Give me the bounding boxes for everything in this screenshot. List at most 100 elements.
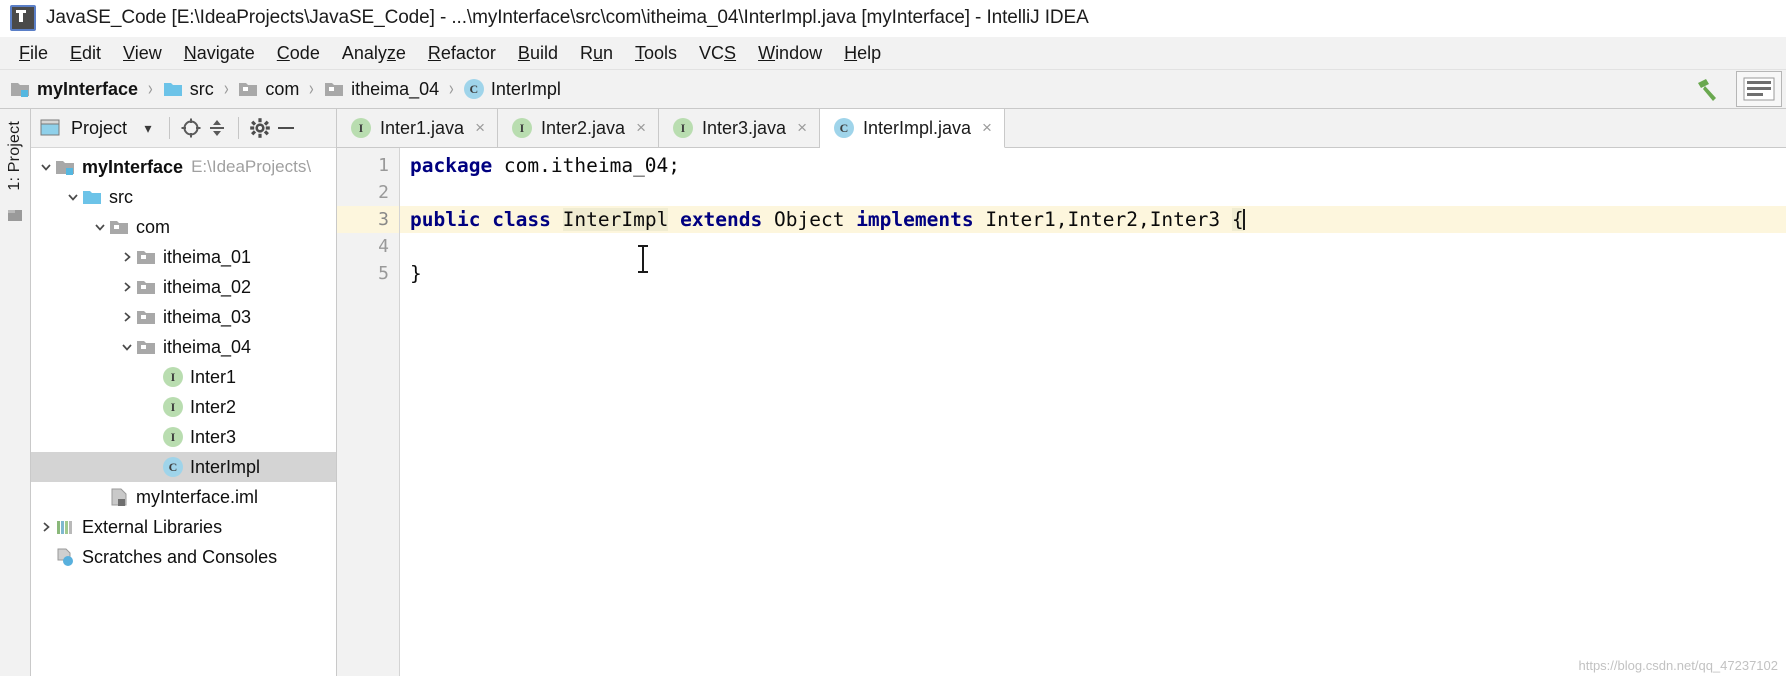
editor-tab-label: Inter3.java bbox=[702, 117, 787, 138]
code-token: public bbox=[410, 208, 481, 231]
line-number: 3 bbox=[337, 206, 399, 233]
menu-item-help[interactable]: Help bbox=[833, 40, 892, 67]
breadcrumb: myInterface › src › com › itheima_04 › C InterImp… bbox=[10, 78, 1692, 101]
tree-node-label: com bbox=[136, 216, 171, 237]
menu-item-tools[interactable]: Tools bbox=[624, 40, 688, 67]
code-area[interactable]: 1 2 3 4 5 package com.itheima_04; public cla… bbox=[337, 148, 1786, 676]
editor-tab-inter3-java[interactable]: I Inter3.java × bbox=[659, 109, 820, 147]
code-line[interactable]: public class InterImpl extends Object im… bbox=[400, 206, 1786, 233]
layout-settings-icon[interactable] bbox=[1736, 71, 1782, 107]
code-line[interactable]: } bbox=[400, 260, 1786, 287]
code-line[interactable] bbox=[400, 233, 1786, 260]
project-window-icon bbox=[37, 115, 63, 141]
tree-node-src[interactable]: src bbox=[31, 182, 336, 212]
tree-node-itheima-02[interactable]: itheima_02 bbox=[31, 272, 336, 302]
code-token: extends bbox=[680, 208, 763, 231]
chevron-right-icon[interactable] bbox=[118, 280, 136, 294]
breadcrumb-item-itheima_04[interactable]: itheima_04 bbox=[324, 79, 439, 100]
divider bbox=[238, 117, 240, 139]
editor-area: I Inter1.java × I Inter2.java × I Inter3.java × C… bbox=[337, 109, 1786, 676]
menu-item-analyze[interactable]: Analyze bbox=[331, 40, 417, 67]
package-folder-icon bbox=[136, 277, 156, 297]
tree-node-inter1[interactable]: I Inter1 bbox=[31, 362, 336, 392]
build-hammer-icon[interactable] bbox=[1692, 74, 1722, 104]
close-icon[interactable]: × bbox=[982, 118, 992, 138]
breadcrumb-item-label: itheima_04 bbox=[351, 78, 440, 99]
code-line[interactable] bbox=[400, 179, 1786, 206]
tree-node-label: itheima_03 bbox=[163, 306, 252, 327]
package-folder-icon bbox=[136, 337, 156, 357]
tree-node-label: Inter3 bbox=[190, 426, 237, 447]
chevron-down-icon[interactable]: ▾ bbox=[135, 115, 161, 141]
chevron-right-icon[interactable] bbox=[118, 250, 136, 264]
structure-icon[interactable] bbox=[6, 207, 24, 230]
interface-icon: I bbox=[163, 367, 183, 387]
menu-item-vcs[interactable]: VCS bbox=[688, 40, 747, 67]
menu-item-file[interactable]: File bbox=[8, 40, 59, 67]
editor-tab-filler bbox=[1004, 109, 1786, 147]
breadcrumb-separator: › bbox=[449, 77, 454, 100]
menu-item-refactor[interactable]: Refactor bbox=[417, 40, 507, 67]
tree-node-path-hint: E:\IdeaProjects\ bbox=[191, 157, 312, 176]
menu-item-navigate[interactable]: Navigate bbox=[173, 40, 266, 67]
tree-node-myinterface[interactable]: myInterface E:\IdeaProjects\ bbox=[31, 152, 336, 182]
navbar-actions bbox=[1692, 70, 1786, 108]
settings-gear-icon[interactable] bbox=[247, 115, 273, 141]
code-content[interactable]: package com.itheima_04; public class Int… bbox=[400, 148, 1786, 676]
line-number: 5 bbox=[378, 263, 389, 284]
close-icon[interactable]: × bbox=[636, 118, 646, 138]
tree-node-itheima-03[interactable]: itheima_03 bbox=[31, 302, 336, 332]
sidebar-item-project-stripe[interactable]: 1: Project bbox=[4, 115, 26, 197]
chevron-right-icon[interactable] bbox=[118, 310, 136, 324]
code-line[interactable]: package com.itheima_04; bbox=[400, 152, 1786, 179]
menu-item-view[interactable]: View bbox=[112, 40, 173, 67]
module-icon bbox=[10, 79, 30, 99]
chevron-right-icon[interactable] bbox=[37, 520, 55, 534]
collapse-all-icon[interactable] bbox=[204, 115, 230, 141]
tree-node-scratches-and-consoles[interactable]: Scratches and Consoles bbox=[31, 542, 336, 572]
close-icon[interactable]: × bbox=[797, 118, 807, 138]
interface-icon: I bbox=[351, 118, 371, 138]
package-folder-icon bbox=[109, 217, 129, 237]
breadcrumb-separator: › bbox=[309, 77, 315, 100]
interface-icon: I bbox=[673, 118, 693, 138]
tree-node-label: Scratches and Consoles bbox=[82, 546, 278, 567]
tree-node-itheima-01[interactable]: itheima_01 bbox=[31, 242, 336, 272]
close-icon[interactable]: × bbox=[475, 118, 485, 138]
tree-node-label: External Libraries bbox=[82, 516, 223, 537]
chevron-down-icon[interactable] bbox=[118, 340, 136, 354]
locate-target-icon[interactable] bbox=[178, 115, 204, 141]
breadcrumb-item-com[interactable]: com bbox=[238, 79, 299, 100]
chevron-down-icon[interactable] bbox=[64, 190, 82, 204]
chevron-down-icon[interactable] bbox=[37, 160, 55, 174]
tree-node-com[interactable]: com bbox=[31, 212, 336, 242]
navigation-bar: myInterface › src › com › itheima_04 › C InterImp… bbox=[0, 70, 1786, 109]
tree-node-itheima-04[interactable]: itheima_04 bbox=[31, 332, 336, 362]
editor-tab-inter1-java[interactable]: I Inter1.java × bbox=[337, 109, 498, 147]
tree-node-label: itheima_02 bbox=[163, 276, 252, 297]
menu-item-build[interactable]: Build bbox=[507, 40, 569, 67]
hide-window-icon[interactable] bbox=[273, 115, 299, 141]
package-folder-icon bbox=[136, 307, 156, 327]
tree-node-label: myInterface bbox=[82, 156, 184, 177]
breadcrumb-item-myinterface[interactable]: myInterface bbox=[10, 79, 138, 100]
tree-node-inter3[interactable]: I Inter3 bbox=[31, 422, 336, 452]
tree-node-interimpl[interactable]: C InterImpl bbox=[31, 452, 336, 482]
menu-bar: File Edit View Navigate Code Analyze Refactor B… bbox=[0, 37, 1786, 70]
tree-node-myinterface-iml[interactable]: myInterface.iml bbox=[31, 482, 336, 512]
tree-node-label: Inter1 bbox=[190, 366, 237, 387]
chevron-down-icon[interactable] bbox=[91, 220, 109, 234]
menu-item-window[interactable]: Window bbox=[747, 40, 833, 67]
breadcrumb-item-src[interactable]: src bbox=[163, 79, 214, 100]
menu-item-code[interactable]: Code bbox=[266, 40, 331, 67]
intellij-idea-window: JavaSE_Code [E:\IdeaProjects\JavaSE_Code… bbox=[0, 0, 1786, 676]
tree-node-inter2[interactable]: I Inter2 bbox=[31, 392, 336, 422]
editor-tab-interimpl-java[interactable]: C InterImpl.java × bbox=[820, 109, 1005, 148]
menu-item-run[interactable]: Run bbox=[569, 40, 624, 67]
tree-node-external-libraries[interactable]: External Libraries bbox=[31, 512, 336, 542]
editor-tab-inter2-java[interactable]: I Inter2.java × bbox=[498, 109, 659, 147]
menu-item-edit[interactable]: Edit bbox=[59, 40, 112, 67]
editor-tab-label: Inter2.java bbox=[541, 117, 626, 138]
breadcrumb-item-interimpl[interactable]: C InterImpl bbox=[463, 79, 561, 100]
